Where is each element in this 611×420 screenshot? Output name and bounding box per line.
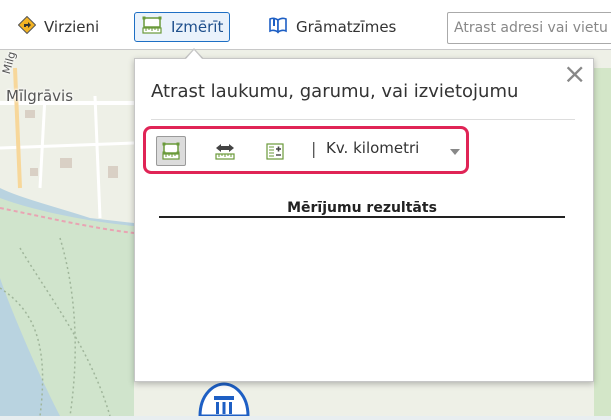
panel-title: Atrast laukumu, garumu, vai izvietojumu <box>151 81 519 102</box>
map-building <box>25 110 35 118</box>
top-toolbar: Virzieni Izmērīt Grāmatzīmes <box>0 0 611 50</box>
location-measure-icon[interactable] <box>260 136 290 166</box>
directions-diamond-icon <box>17 15 37 38</box>
map-building <box>60 158 72 168</box>
measure-label: Izmērīt <box>171 18 224 36</box>
chevron-down-icon[interactable] <box>450 149 460 155</box>
panel-pointer-inner <box>185 50 203 60</box>
map-park-right <box>594 68 611 416</box>
address-search-input[interactable] <box>447 12 611 44</box>
open-book-icon <box>268 16 288 38</box>
title-divider <box>151 119 575 120</box>
results-divider <box>159 216 565 218</box>
bookmarks-button[interactable]: Grāmatzīmes <box>262 12 402 42</box>
map-building <box>108 166 118 178</box>
close-icon[interactable]: × <box>563 60 586 88</box>
measure-tools-group: | Kv. kilometri <box>143 126 469 174</box>
directions-label: Virzieni <box>44 18 100 36</box>
distance-measure-icon[interactable] <box>210 136 240 166</box>
measure-button[interactable]: Izmērīt <box>134 12 231 42</box>
measure-panel: Atrast laukumu, garumu, vai izvietojumu … <box>134 58 594 382</box>
ruler-icon <box>141 15 163 39</box>
area-measure-icon[interactable] <box>156 136 186 166</box>
map-building <box>30 168 38 176</box>
unit-dropdown[interactable]: Kv. kilometri <box>326 139 419 157</box>
map-place-label: Mīlgrāvis <box>6 87 74 105</box>
directions-button[interactable]: Virzieni <box>12 12 105 42</box>
bookmarks-label: Grāmatzīmes <box>296 18 397 36</box>
results-title: Mērījumu rezultāts <box>287 200 437 216</box>
tool-separator: | <box>311 139 317 158</box>
